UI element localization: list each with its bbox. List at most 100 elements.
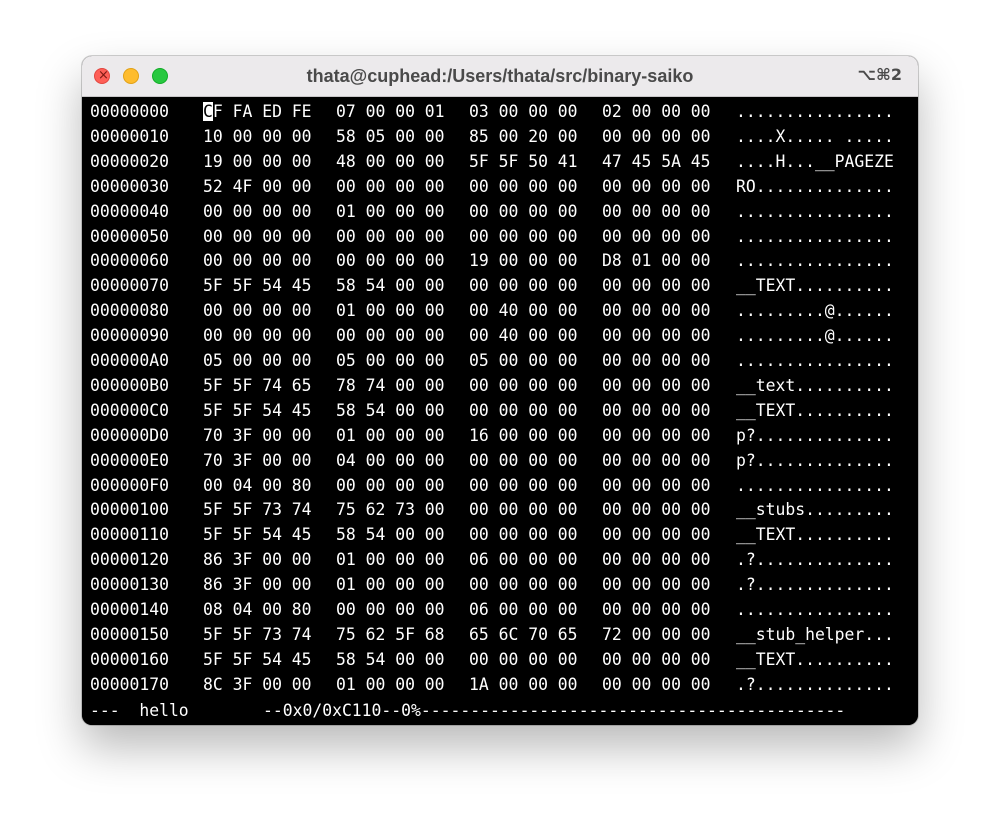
hex-row[interactable]: 000000E0 70 3F 00 00 04 00 00 00 00 00 00 0… xyxy=(82,448,918,473)
hex-byte-group[interactable]: 00 00 00 00 xyxy=(469,224,578,249)
hex-byte-group[interactable]: D8 01 00 00 xyxy=(602,248,711,273)
hex-byte-group[interactable]: 05 00 00 00 xyxy=(469,348,578,373)
hex-byte-group[interactable]: 00 00 00 00 xyxy=(203,199,312,224)
hex-row[interactable]: 00000070 5F 5F 54 45 58 54 00 00 00 00 00 0… xyxy=(82,273,918,298)
hex-byte-group[interactable]: 5F 5F 54 45 xyxy=(203,522,312,547)
hex-row[interactable]: 00000010 10 00 00 00 58 05 00 00 85 00 20 0… xyxy=(82,124,918,149)
hex-byte-group[interactable]: CF FA ED FE xyxy=(203,99,312,124)
hex-row[interactable]: 00000060 00 00 00 00 00 00 00 00 19 00 00 0… xyxy=(82,248,918,273)
hex-byte-group[interactable]: 58 54 00 00 xyxy=(336,273,445,298)
hex-row[interactable]: 000000A0 05 00 00 00 05 00 00 00 05 00 00 0… xyxy=(82,348,918,373)
hex-byte-group[interactable]: 00 00 00 00 xyxy=(469,647,578,672)
hex-byte-group[interactable]: 03 00 00 00 xyxy=(469,99,578,124)
hex-byte-group[interactable]: 00 00 00 00 xyxy=(602,572,711,597)
hex-byte-group[interactable]: 06 00 00 00 xyxy=(469,547,578,572)
hex-row[interactable]: 00000150 5F 5F 73 74 75 62 5F 68 65 6C 70 6… xyxy=(82,622,918,647)
hex-row[interactable]: 000000B0 5F 5F 74 65 78 74 00 00 00 00 00 0… xyxy=(82,373,918,398)
hex-byte-group[interactable]: 48 00 00 00 xyxy=(336,149,445,174)
hex-byte-group[interactable]: 19 00 00 00 xyxy=(203,149,312,174)
hex-byte-group[interactable]: 85 00 20 00 xyxy=(469,124,578,149)
hex-byte-group[interactable]: 70 3F 00 00 xyxy=(203,448,312,473)
hex-row[interactable]: 00000040 00 00 00 00 01 00 00 00 00 00 00 0… xyxy=(82,199,918,224)
hex-byte-group[interactable]: 00 00 00 00 xyxy=(602,174,711,199)
hex-byte-group[interactable]: 01 00 00 00 xyxy=(336,423,445,448)
hex-byte-group[interactable]: 06 00 00 00 xyxy=(469,597,578,622)
hex-row[interactable]: 00000090 00 00 00 00 00 00 00 00 00 40 00 0… xyxy=(82,323,918,348)
hex-byte-group[interactable]: 00 00 00 00 xyxy=(602,224,711,249)
hex-byte-group[interactable]: 08 04 00 80 xyxy=(203,597,312,622)
hex-byte-group[interactable]: 5F 5F 54 45 xyxy=(203,398,312,423)
hex-row[interactable]: 00000020 19 00 00 00 48 00 00 00 5F 5F 50 4… xyxy=(82,149,918,174)
title-bar[interactable]: × thata@cuphead:/Users/thata/src/binary-… xyxy=(82,56,918,97)
hex-byte-group[interactable]: 75 62 5F 68 xyxy=(336,622,445,647)
hex-byte-group[interactable]: 00 00 00 00 xyxy=(602,497,711,522)
hex-byte-group[interactable]: 00 00 00 00 xyxy=(602,522,711,547)
hex-byte-group[interactable]: 00 00 00 00 xyxy=(203,298,312,323)
hex-byte-group[interactable]: 00 00 00 00 xyxy=(336,473,445,498)
hex-byte-group[interactable]: 01 00 00 00 xyxy=(336,547,445,572)
hex-byte-group[interactable]: 00 00 00 00 xyxy=(602,597,711,622)
hex-row[interactable]: 00000130 86 3F 00 00 01 00 00 00 00 00 00 0… xyxy=(82,572,918,597)
hex-byte-group[interactable]: 00 00 00 00 xyxy=(469,473,578,498)
hex-byte-group[interactable]: 00 00 00 00 xyxy=(336,323,445,348)
hex-byte-group[interactable]: 00 00 00 00 xyxy=(602,473,711,498)
hex-byte-group[interactable]: 70 3F 00 00 xyxy=(203,423,312,448)
hex-byte-group[interactable]: 00 00 00 00 xyxy=(602,423,711,448)
hex-byte-group[interactable]: 16 00 00 00 xyxy=(469,423,578,448)
hex-byte-group[interactable]: 01 00 00 00 xyxy=(336,672,445,697)
hex-row[interactable]: 000000F0 00 04 00 80 00 00 00 00 00 00 00 0… xyxy=(82,473,918,498)
hex-byte-group[interactable]: 05 00 00 00 xyxy=(336,348,445,373)
hex-byte-group[interactable]: 00 00 00 00 xyxy=(336,174,445,199)
hex-byte-group[interactable]: 58 54 00 00 xyxy=(336,647,445,672)
hex-byte-group[interactable]: 47 45 5A 45 xyxy=(602,149,711,174)
hex-byte-group[interactable]: 75 62 73 00 xyxy=(336,497,445,522)
hex-byte-group[interactable]: 78 74 00 00 xyxy=(336,373,445,398)
hex-row[interactable]: 000000D0 70 3F 00 00 01 00 00 00 16 00 00 0… xyxy=(82,423,918,448)
hex-byte-group[interactable]: 05 00 00 00 xyxy=(203,348,312,373)
hex-byte-group[interactable]: 00 00 00 00 xyxy=(602,124,711,149)
hex-byte-group[interactable]: 00 00 00 00 xyxy=(203,323,312,348)
hex-byte-group[interactable]: 58 54 00 00 xyxy=(336,398,445,423)
hex-byte-group[interactable]: 00 00 00 00 xyxy=(602,448,711,473)
hex-byte-group[interactable]: 00 00 00 00 xyxy=(602,672,711,697)
hex-byte-group[interactable]: 01 00 00 00 xyxy=(336,572,445,597)
hex-byte-group[interactable]: 52 4F 00 00 xyxy=(203,174,312,199)
hex-row[interactable]: 00000030 52 4F 00 00 00 00 00 00 00 00 00 0… xyxy=(82,174,918,199)
hex-byte-group[interactable]: 86 3F 00 00 xyxy=(203,572,312,597)
hex-byte-group[interactable]: 00 00 00 00 xyxy=(469,448,578,473)
hex-byte-group[interactable]: 02 00 00 00 xyxy=(602,99,711,124)
hex-byte-group[interactable]: 00 00 00 00 xyxy=(469,497,578,522)
hex-byte-group[interactable]: 19 00 00 00 xyxy=(469,248,578,273)
hex-row[interactable]: 00000000 CF FA ED FE 07 00 00 01 03 00 00 0… xyxy=(82,99,918,124)
hex-byte-group[interactable]: 00 00 00 00 xyxy=(602,323,711,348)
hex-byte-group[interactable]: 00 00 00 00 xyxy=(336,248,445,273)
hex-byte-group[interactable]: 01 00 00 00 xyxy=(336,298,445,323)
hex-row[interactable]: 00000110 5F 5F 54 45 58 54 00 00 00 00 00 0… xyxy=(82,522,918,547)
hex-byte-group[interactable]: 5F 5F 74 65 xyxy=(203,373,312,398)
hex-byte-group[interactable]: 00 00 00 00 xyxy=(203,224,312,249)
hex-byte-group[interactable]: 00 00 00 00 xyxy=(602,199,711,224)
hex-byte-group[interactable]: 00 00 00 00 xyxy=(602,348,711,373)
hex-byte-group[interactable]: 5F 5F 50 41 xyxy=(469,149,578,174)
hex-byte-group[interactable]: 00 00 00 00 xyxy=(336,597,445,622)
hex-editor-view[interactable]: 00000170 8C 3F 00 00 01 00 00 00 1A 00 00 0… xyxy=(82,97,918,725)
hex-byte-group[interactable]: 00 40 00 00 xyxy=(469,323,578,348)
hex-byte-group[interactable]: 5F 5F 54 45 xyxy=(203,273,312,298)
hex-byte-group[interactable]: 00 40 00 00 xyxy=(469,298,578,323)
hex-byte-group[interactable]: 72 00 00 00 xyxy=(602,622,711,647)
hex-byte-group[interactable]: 00 00 00 00 xyxy=(469,373,578,398)
hex-byte-group[interactable]: 00 00 00 00 xyxy=(602,273,711,298)
hex-row[interactable]: 000000C0 5F 5F 54 45 58 54 00 00 00 00 00 0… xyxy=(82,398,918,423)
hex-byte-group[interactable]: 86 3F 00 00 xyxy=(203,547,312,572)
hex-row[interactable]: 00000140 08 04 00 80 00 00 00 00 06 00 00 0… xyxy=(82,597,918,622)
hex-byte-group[interactable]: 00 00 00 00 xyxy=(469,572,578,597)
hex-byte-group[interactable]: 1A 00 00 00 xyxy=(469,672,578,697)
hex-byte-group[interactable]: 00 00 00 00 xyxy=(336,224,445,249)
hex-byte-group[interactable]: 07 00 00 01 xyxy=(336,99,445,124)
hex-byte-group[interactable]: 10 00 00 00 xyxy=(203,124,312,149)
hex-row[interactable]: 00000170 8C 3F 00 00 01 00 00 00 1A 00 00 0… xyxy=(82,672,918,697)
hex-byte-group[interactable]: 00 00 00 00 xyxy=(469,522,578,547)
hex-byte-group[interactable]: 04 00 00 00 xyxy=(336,448,445,473)
hex-byte-group[interactable]: 00 00 00 00 xyxy=(602,373,711,398)
hex-byte-group[interactable]: 00 00 00 00 xyxy=(469,398,578,423)
